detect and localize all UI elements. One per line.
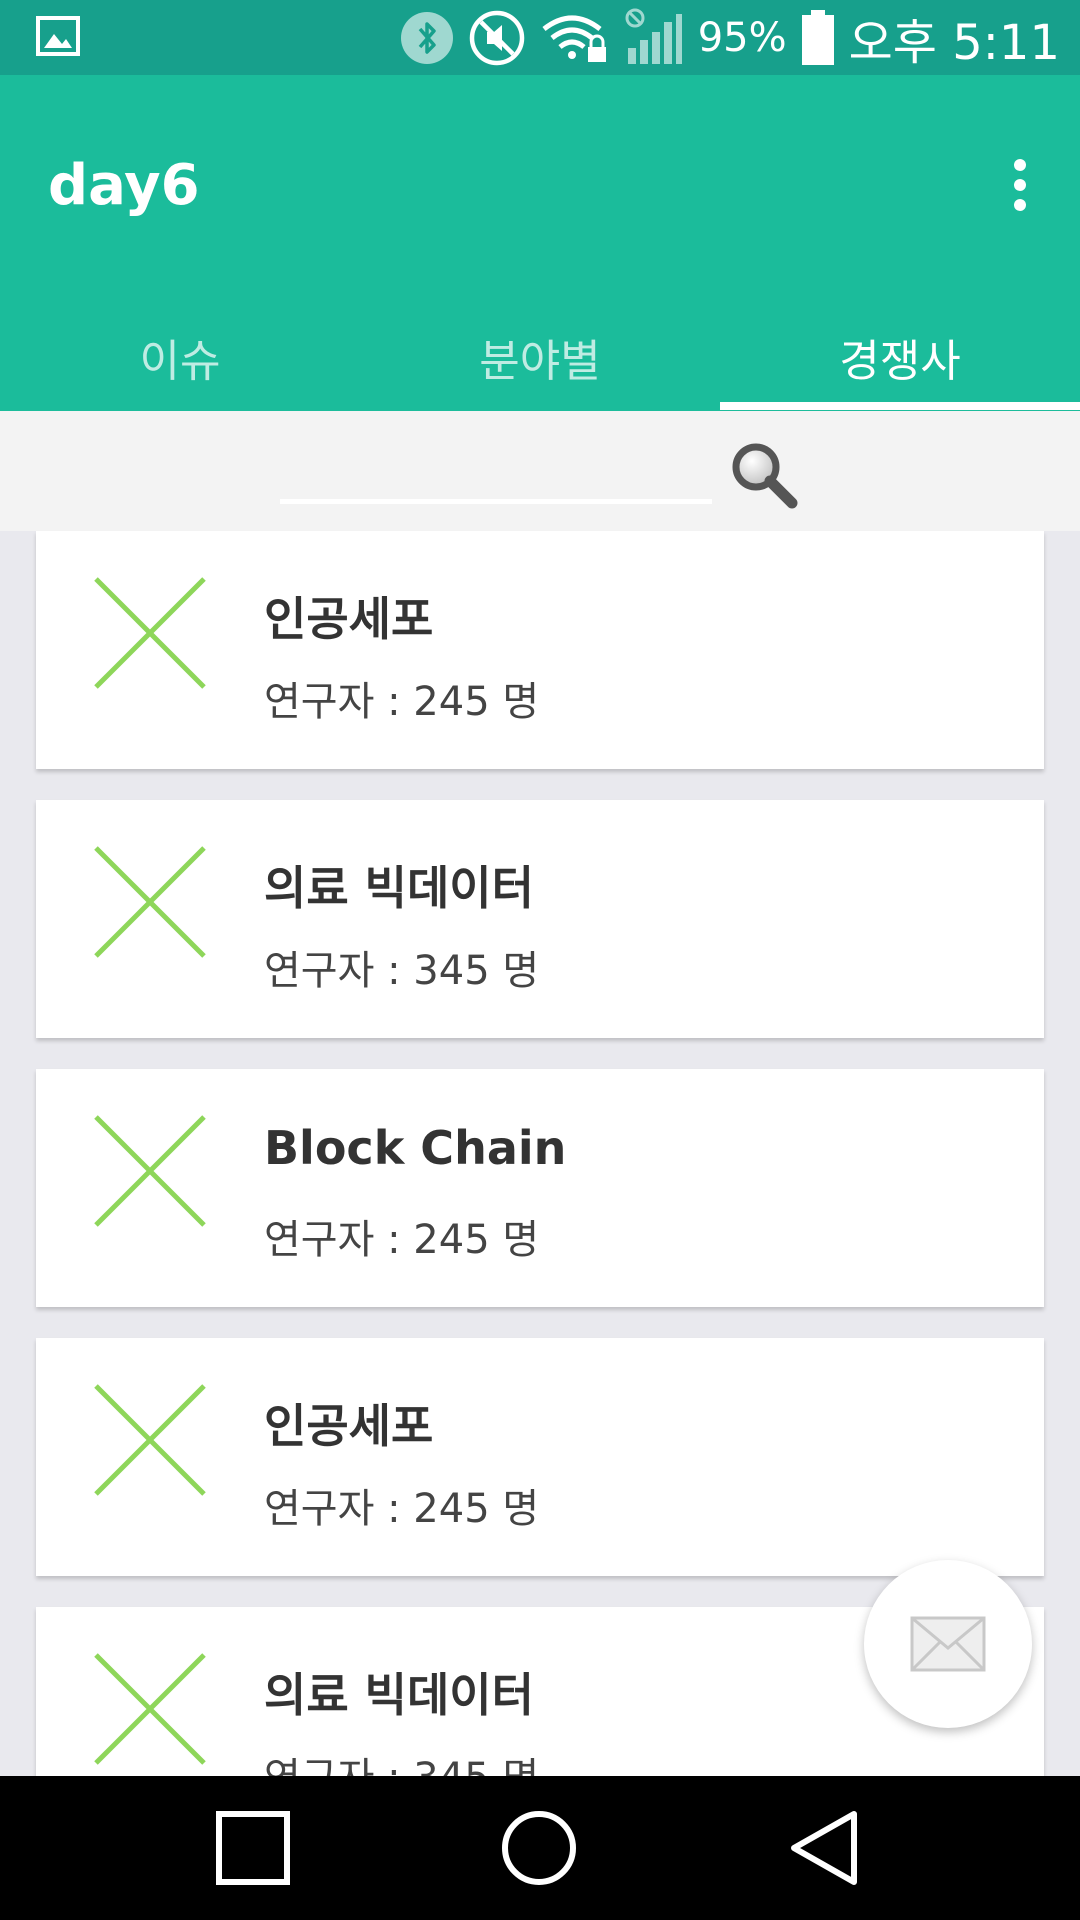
tab-indicator [720,402,1080,410]
battery-icon [801,9,835,66]
tab-competitors[interactable]: 경쟁사 [720,303,1080,411]
x-icon [94,1384,206,1496]
tab-bar: 이슈 분야별 경쟁사 [0,303,1080,411]
search-icon[interactable] [728,439,800,511]
list-item[interactable]: 인공세포 연구자 : 245 명 [36,1338,1044,1576]
battery-percent: 95% [697,14,787,61]
researcher-count: 연구자 : 245 명 [264,679,540,725]
search-bar [0,411,1080,531]
bluetooth-icon [400,11,454,65]
recent-apps-icon[interactable] [213,1808,293,1888]
item-title: 의료 빅데이터 [264,861,534,915]
x-icon [94,846,206,958]
item-title: 인공세포 [264,1399,434,1453]
researcher-count: 연구자 : 345 명 [264,948,540,994]
list-item[interactable]: 인공세포 연구자 : 245 명 [36,531,1044,769]
mail-fab-button[interactable] [864,1560,1032,1728]
navigation-bar [0,1776,1080,1920]
app-title: day6 [48,153,200,218]
search-input[interactable] [280,441,712,504]
researcher-count: 연구자 : 245 명 [264,1217,540,1263]
status-bar: 95% 오후 5:11 [0,0,1080,75]
image-icon [36,16,80,56]
item-title: 인공세포 [264,592,434,646]
mail-icon [910,1616,986,1672]
signal-icon [624,8,684,68]
x-icon [94,1653,206,1765]
x-icon [94,577,206,689]
researcher-count: 연구자 : 245 명 [264,1486,540,1532]
list-item[interactable]: 의료 빅데이터 연구자 : 345 명 [36,800,1044,1038]
back-icon[interactable] [786,1808,866,1888]
tab-issue[interactable]: 이슈 [0,303,360,411]
list-item[interactable]: Block Chain 연구자 : 245 명 [36,1069,1044,1307]
clock: 오후 5:11 [848,14,1060,71]
x-icon [94,1115,206,1227]
item-title: Block Chain [264,1121,567,1175]
researcher-count: 연구자 : 345 명 [264,1745,539,1776]
mute-icon [468,9,526,67]
wifi-lock-icon [540,11,610,65]
tab-by-field[interactable]: 분야별 [360,303,720,411]
app-bar: day6 이슈 분야별 경쟁사 [0,75,1080,411]
item-title: 의료 빅데이터 [264,1668,534,1722]
more-vert-icon[interactable] [1000,155,1040,215]
home-icon[interactable] [499,1808,579,1888]
